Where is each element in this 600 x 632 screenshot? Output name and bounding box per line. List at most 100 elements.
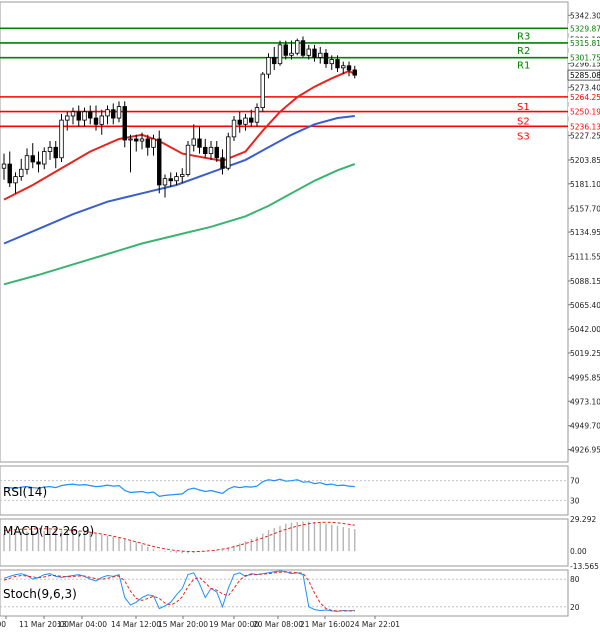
candle-body-down <box>36 161 41 165</box>
candle-body-up <box>47 146 53 152</box>
candle-body-up <box>174 176 179 182</box>
candle-body-down <box>93 117 99 125</box>
candle <box>295 38 300 56</box>
candle-body-down <box>272 57 277 65</box>
x-tick-label: 15 Mar 20:00 <box>158 620 208 629</box>
rsi-level-label: 30 <box>570 496 580 505</box>
price-tick-label: 5019.25 <box>570 349 600 358</box>
candle-body-down <box>197 138 202 148</box>
price-tick-label: 5088.15 <box>570 277 600 286</box>
candle-body-down <box>122 106 127 141</box>
macd-tick-label: 0.00 <box>570 547 587 556</box>
macd-label: MACD(12,26,9) <box>3 524 94 538</box>
price-tick-label: 5065.40 <box>570 301 600 310</box>
candle-body-up <box>191 138 196 146</box>
candle-body-down <box>134 138 139 142</box>
candle-body-up <box>162 178 168 186</box>
price-tick-label: 5203.85 <box>570 156 600 165</box>
price-tick-label: 4949.70 <box>570 422 600 431</box>
x-tick-label: 20 Mar 08:00 <box>253 620 303 629</box>
candle-body-down <box>30 155 35 163</box>
x-tick-label: 14 Mar 12:00 <box>111 620 161 629</box>
candle-body-up <box>306 48 311 56</box>
candle-body-up <box>243 117 248 125</box>
x-tick-label: 0:00 <box>0 620 6 629</box>
price-tick-label: 4926.95 <box>570 446 600 455</box>
stoch-level-label: 80 <box>570 575 580 584</box>
candle-body-up <box>139 138 145 142</box>
candle-body-up <box>13 176 18 184</box>
candle <box>260 72 265 112</box>
candle-body-up <box>231 119 237 138</box>
candle-body-up <box>295 40 300 54</box>
price-tick-label: 5111.55 <box>570 253 600 262</box>
candle-body-down <box>220 157 225 169</box>
level-price-label: 5315.81 <box>570 39 600 48</box>
price-tick-label: 4973.10 <box>570 397 600 406</box>
candle-body-up <box>208 146 214 154</box>
candle-body-down <box>283 44 288 56</box>
candle-body-down <box>335 59 340 69</box>
candle-body-up <box>105 109 110 117</box>
candle-body-down <box>145 138 150 148</box>
candle-body-down <box>111 109 116 119</box>
price-tick-label: 5157.70 <box>570 204 600 213</box>
candle-body-down <box>7 163 12 184</box>
price-tick-label: 5181.10 <box>570 180 600 189</box>
candle-body-up <box>151 138 156 148</box>
candle-body-down <box>203 146 208 154</box>
x-tick-label: 21 Mar 16:00 <box>300 620 350 629</box>
candle-body-up <box>70 111 76 117</box>
candle-body-up <box>128 138 133 141</box>
candle-body-up <box>42 151 47 165</box>
candle-body-up <box>329 59 334 65</box>
candle-body-up <box>260 73 265 108</box>
candle-body-up <box>19 168 24 177</box>
stoch-label: Stoch(9,6,3) <box>3 587 77 601</box>
level-name-s3: S3 <box>517 131 530 142</box>
level-name-r3: R3 <box>517 31 530 42</box>
current-price-label: 5285.08 <box>570 71 600 80</box>
x-tick-label: 13 Mar 04:00 <box>57 620 107 629</box>
candle-body-down <box>312 48 317 58</box>
candle-body-down <box>352 69 357 76</box>
candle-body-up <box>226 136 231 169</box>
candle-body-up <box>65 115 70 121</box>
candle-body-up <box>99 115 104 125</box>
candle-body-up <box>277 44 283 65</box>
candle-body-up <box>289 52 294 56</box>
x-tick-label: 19 Mar 00:00 <box>209 620 259 629</box>
candle-body-down <box>157 138 162 186</box>
candle-body-up <box>266 57 271 75</box>
candle-body-down <box>249 117 254 123</box>
candle <box>157 130 162 194</box>
candle-body-up <box>82 111 87 121</box>
level-price-label: 5250.19 <box>570 108 600 117</box>
price-tick-label: 4995.85 <box>570 373 600 382</box>
price-tick-label: 5273.40 <box>570 83 600 92</box>
stoch-level-label: 20 <box>570 603 580 612</box>
candle-body-down <box>237 119 242 125</box>
candle-body-up <box>1 163 7 169</box>
macd-tick-label: -13.565 <box>570 562 599 571</box>
level-name-r1: R1 <box>517 61 530 72</box>
price-tick-label: 5042.00 <box>570 325 600 334</box>
candle-body-down <box>214 146 219 159</box>
rsi-level-label: 70 <box>570 477 580 486</box>
level-price-label: 5301.75 <box>570 54 600 63</box>
level-price-label: 5236.13 <box>570 122 600 131</box>
candle-body-up <box>24 155 30 170</box>
candle-body-up <box>185 144 191 175</box>
candle-body-down <box>88 111 93 119</box>
chart-svg: 5342.305319.105296.155273.405250.455227.… <box>0 0 600 632</box>
price-tick-label: 5342.30 <box>570 11 600 20</box>
candle-body-down <box>53 146 58 159</box>
x-tick-label: 24 Mar 22:01 <box>350 620 400 629</box>
candle <box>59 113 64 162</box>
macd-tick-label: 29.292 <box>570 515 596 524</box>
candle-body-down <box>346 65 352 71</box>
candle <box>185 141 191 177</box>
candle-body-up <box>180 174 185 177</box>
candle <box>226 132 231 171</box>
candle-body-down <box>300 40 306 56</box>
